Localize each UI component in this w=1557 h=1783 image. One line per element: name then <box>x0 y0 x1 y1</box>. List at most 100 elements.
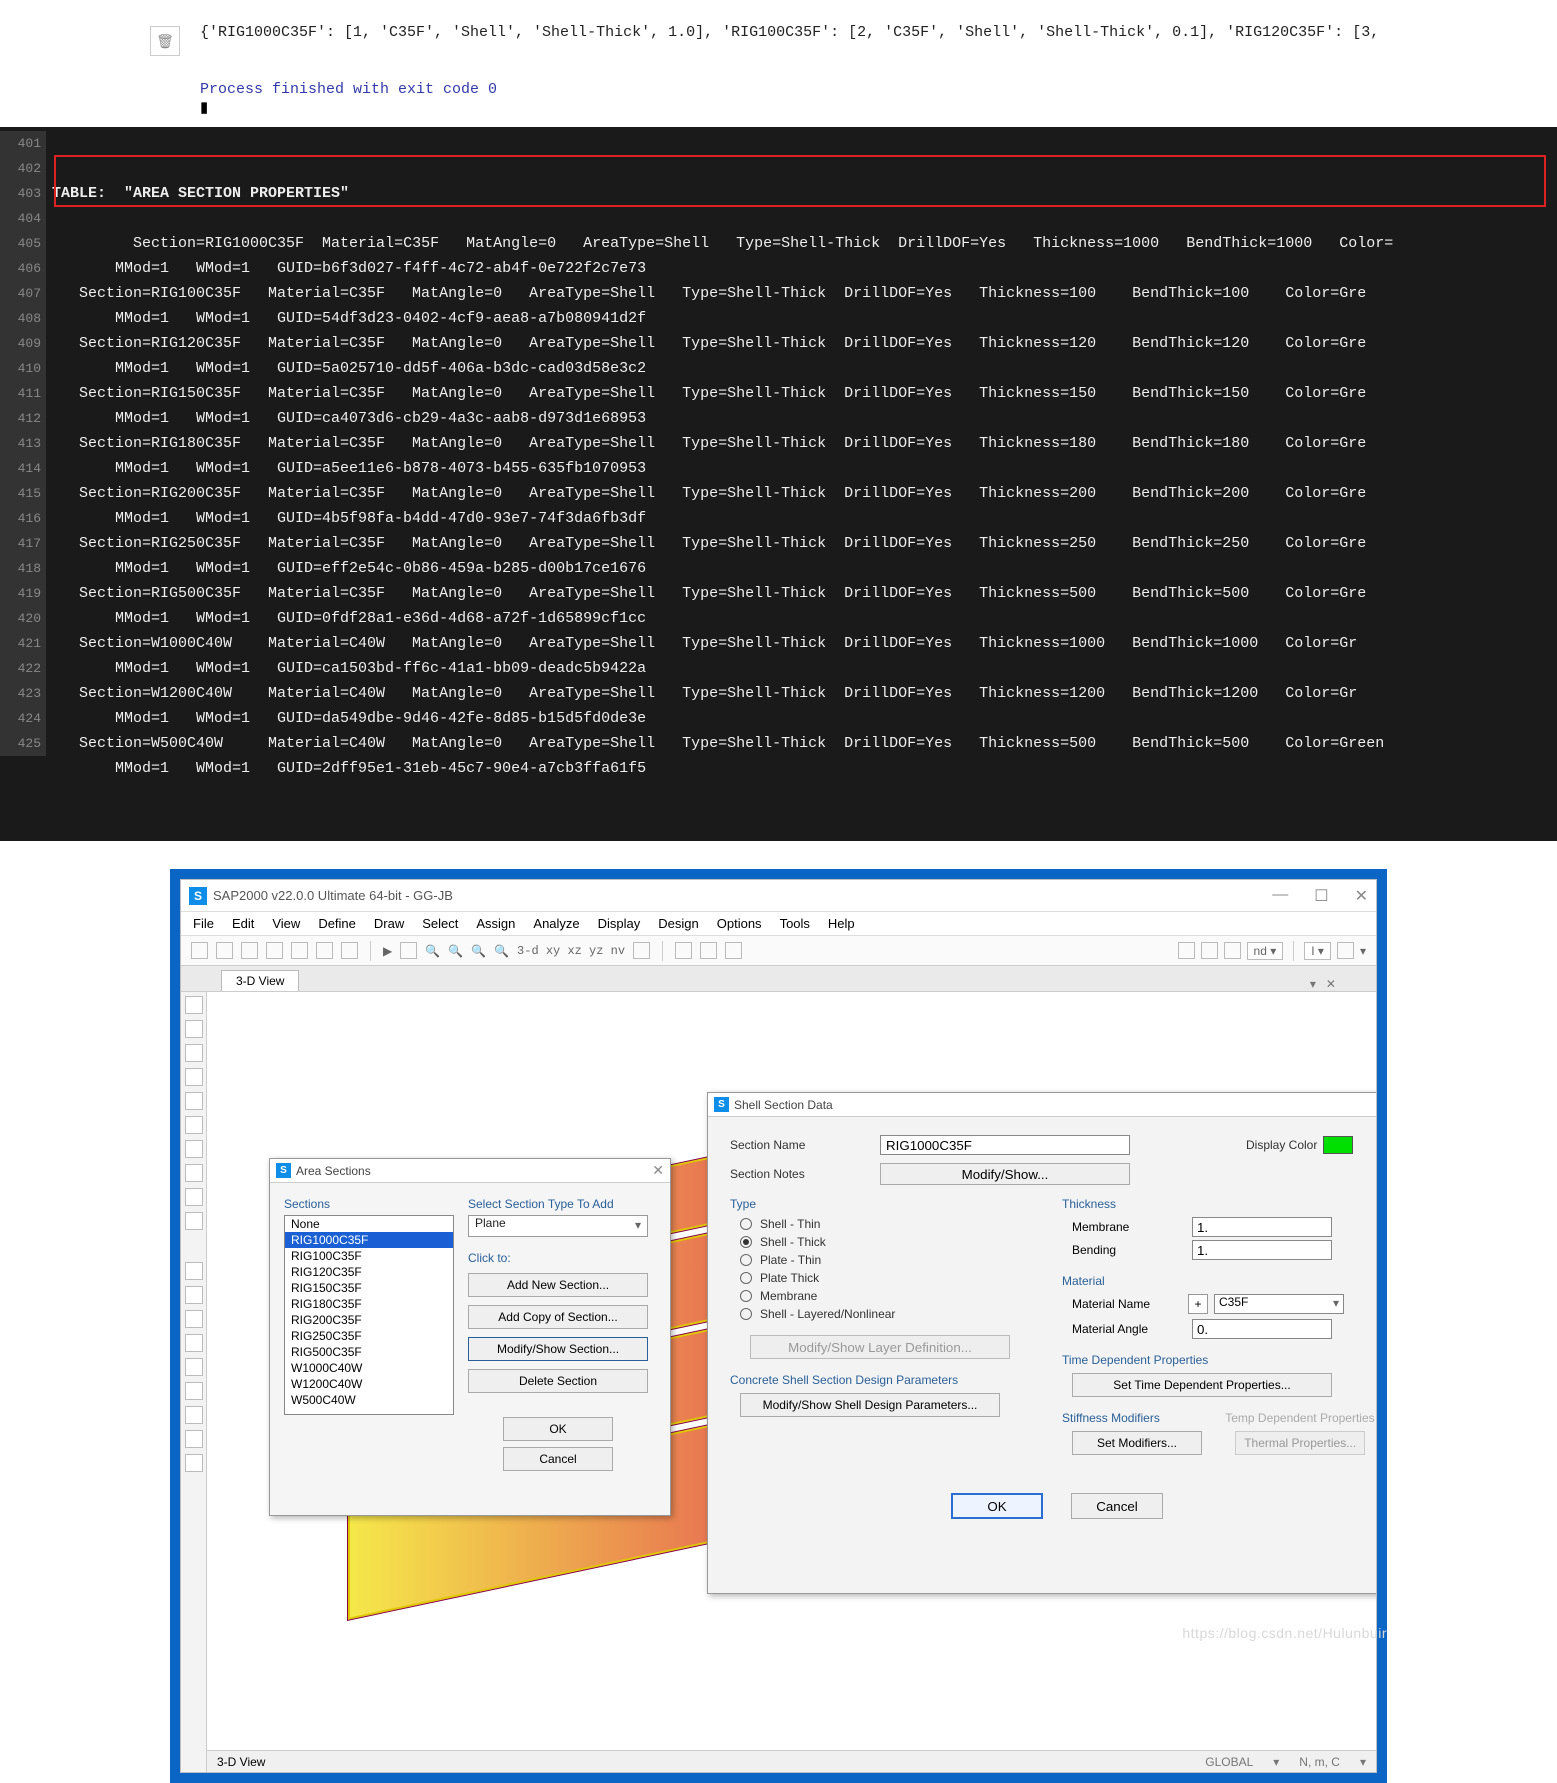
cancel-button[interactable]: Cancel <box>503 1447 613 1471</box>
list-item[interactable]: RIG100C35F <box>285 1248 453 1264</box>
run-icon[interactable]: ▶ <box>383 944 392 958</box>
toolbar-icon[interactable] <box>633 942 650 959</box>
toolbar-icon[interactable] <box>241 942 258 959</box>
tool-icon[interactable] <box>185 1116 203 1134</box>
tool-icon[interactable] <box>185 1382 203 1400</box>
tool-icon[interactable] <box>185 1334 203 1352</box>
tool-icon[interactable] <box>185 1358 203 1376</box>
toolbar-icon[interactable] <box>291 942 308 959</box>
menu-analyze[interactable]: Analyze <box>533 916 579 931</box>
zoom-in-icon[interactable]: 🔍 <box>425 944 440 958</box>
status-units[interactable]: N, m, C <box>1299 1755 1340 1769</box>
ok-button[interactable]: OK <box>951 1493 1043 1519</box>
list-item[interactable]: RIG250C35F <box>285 1328 453 1344</box>
tool-icon[interactable] <box>185 1310 203 1328</box>
toolbar-icon[interactable] <box>191 942 208 959</box>
zoom-out-icon[interactable]: 🔍 <box>448 944 463 958</box>
toolbar-icon[interactable] <box>700 942 717 959</box>
area-icon[interactable] <box>185 1092 203 1110</box>
tool-icon[interactable] <box>185 1164 203 1182</box>
tool-icon[interactable] <box>185 1454 203 1472</box>
list-item[interactable]: RIG1000C35F <box>285 1232 453 1248</box>
tool-icon[interactable] <box>185 1212 203 1230</box>
menu-design[interactable]: Design <box>658 916 698 931</box>
dialog-close-icon[interactable]: ✕ <box>652 1162 664 1179</box>
menu-define[interactable]: Define <box>318 916 356 931</box>
tab-3d-view[interactable]: 3-D View <box>221 970 299 991</box>
toolbar-icon[interactable] <box>675 942 692 959</box>
toolbar-icon[interactable] <box>316 942 333 959</box>
menu-select[interactable]: Select <box>422 916 458 931</box>
tool-icon[interactable] <box>185 1430 203 1448</box>
view-3d-label[interactable]: 3-d xy xz yz nv <box>517 944 625 958</box>
draw-icon[interactable] <box>185 1068 203 1086</box>
list-item[interactable]: None <box>285 1216 453 1232</box>
menu-tools[interactable]: Tools <box>780 916 810 931</box>
menu-options[interactable]: Options <box>717 916 762 931</box>
material-angle-input[interactable] <box>1192 1319 1332 1339</box>
modify-show-section-button[interactable]: Modify/Show Section... <box>468 1337 648 1361</box>
tool-icon[interactable] <box>185 1286 203 1304</box>
cancel-button[interactable]: Cancel <box>1071 1493 1163 1519</box>
sections-listbox[interactable]: NoneRIG1000C35FRIG100C35FRIG120C35FRIG15… <box>284 1215 454 1415</box>
minimize-icon[interactable]: — <box>1272 886 1288 906</box>
trash-icon[interactable]: 🗑 <box>150 26 180 56</box>
i-dropdown[interactable]: I ▾ <box>1304 942 1331 960</box>
type-radio[interactable] <box>740 1236 752 1248</box>
type-radio[interactable] <box>740 1254 752 1266</box>
tool-icon[interactable] <box>185 1406 203 1424</box>
type-radio[interactable] <box>740 1272 752 1284</box>
menu-help[interactable]: Help <box>828 916 855 931</box>
list-item[interactable]: RIG200C35F <box>285 1312 453 1328</box>
pointer-icon[interactable] <box>185 996 203 1014</box>
set-modifiers-button[interactable]: Set Modifiers... <box>1072 1431 1202 1455</box>
section-type-select[interactable]: Plane <box>468 1215 648 1237</box>
section-name-input[interactable] <box>880 1135 1130 1155</box>
toolbar-icon[interactable] <box>1178 942 1195 959</box>
status-global[interactable]: GLOBAL <box>1205 1755 1253 1769</box>
delete-section-button[interactable]: Delete Section <box>468 1369 648 1393</box>
toolbar-icon[interactable] <box>400 942 417 959</box>
add-material-button[interactable]: + <box>1188 1294 1208 1314</box>
close-icon[interactable]: ✕ <box>1355 886 1368 906</box>
shell-design-params-button[interactable]: Modify/Show Shell Design Parameters... <box>740 1393 1000 1417</box>
toolbar-icon[interactable] <box>341 942 358 959</box>
toolbar-icon[interactable] <box>266 942 283 959</box>
toolbar-icon[interactable] <box>1337 942 1354 959</box>
list-item[interactable]: W500C40W <box>285 1392 453 1408</box>
line-icon[interactable] <box>185 1044 203 1062</box>
type-radio[interactable] <box>740 1308 752 1320</box>
zoom-fit-icon[interactable]: 🔍 <box>471 944 486 958</box>
ok-button[interactable]: OK <box>503 1417 613 1441</box>
maximize-icon[interactable]: ☐ <box>1314 886 1328 906</box>
nd-dropdown[interactable]: nd ▾ <box>1247 942 1284 960</box>
toolbar-icon[interactable] <box>1201 942 1218 959</box>
menu-assign[interactable]: Assign <box>476 916 515 931</box>
membrane-input[interactable] <box>1192 1217 1332 1237</box>
list-item[interactable]: RIG180C35F <box>285 1296 453 1312</box>
type-radio[interactable] <box>740 1290 752 1302</box>
display-color-swatch[interactable] <box>1323 1136 1353 1154</box>
select-icon[interactable] <box>185 1020 203 1038</box>
list-item[interactable]: RIG120C35F <box>285 1264 453 1280</box>
menu-file[interactable]: File <box>193 916 214 931</box>
tool-icon[interactable] <box>185 1262 203 1280</box>
list-item[interactable]: RIG500C35F <box>285 1344 453 1360</box>
toolbar-icon[interactable] <box>216 942 233 959</box>
tool-icon[interactable] <box>185 1188 203 1206</box>
add-new-section-button[interactable]: Add New Section... <box>468 1273 648 1297</box>
material-name-select[interactable]: C35F <box>1214 1294 1344 1314</box>
list-item[interactable]: RIG150C35F <box>285 1280 453 1296</box>
toolbar-icon[interactable] <box>725 942 742 959</box>
zoom-all-icon[interactable]: 🔍 <box>494 944 509 958</box>
menu-draw[interactable]: Draw <box>374 916 404 931</box>
bending-input[interactable] <box>1192 1240 1332 1260</box>
menu-display[interactable]: Display <box>598 916 641 931</box>
list-item[interactable]: W1200C40W <box>285 1376 453 1392</box>
type-radio[interactable] <box>740 1218 752 1230</box>
add-copy-section-button[interactable]: Add Copy of Section... <box>468 1305 648 1329</box>
toolbar-icon[interactable] <box>1224 942 1241 959</box>
list-item[interactable]: W1000C40W <box>285 1360 453 1376</box>
tool-icon[interactable] <box>185 1140 203 1158</box>
menu-edit[interactable]: Edit <box>232 916 254 931</box>
